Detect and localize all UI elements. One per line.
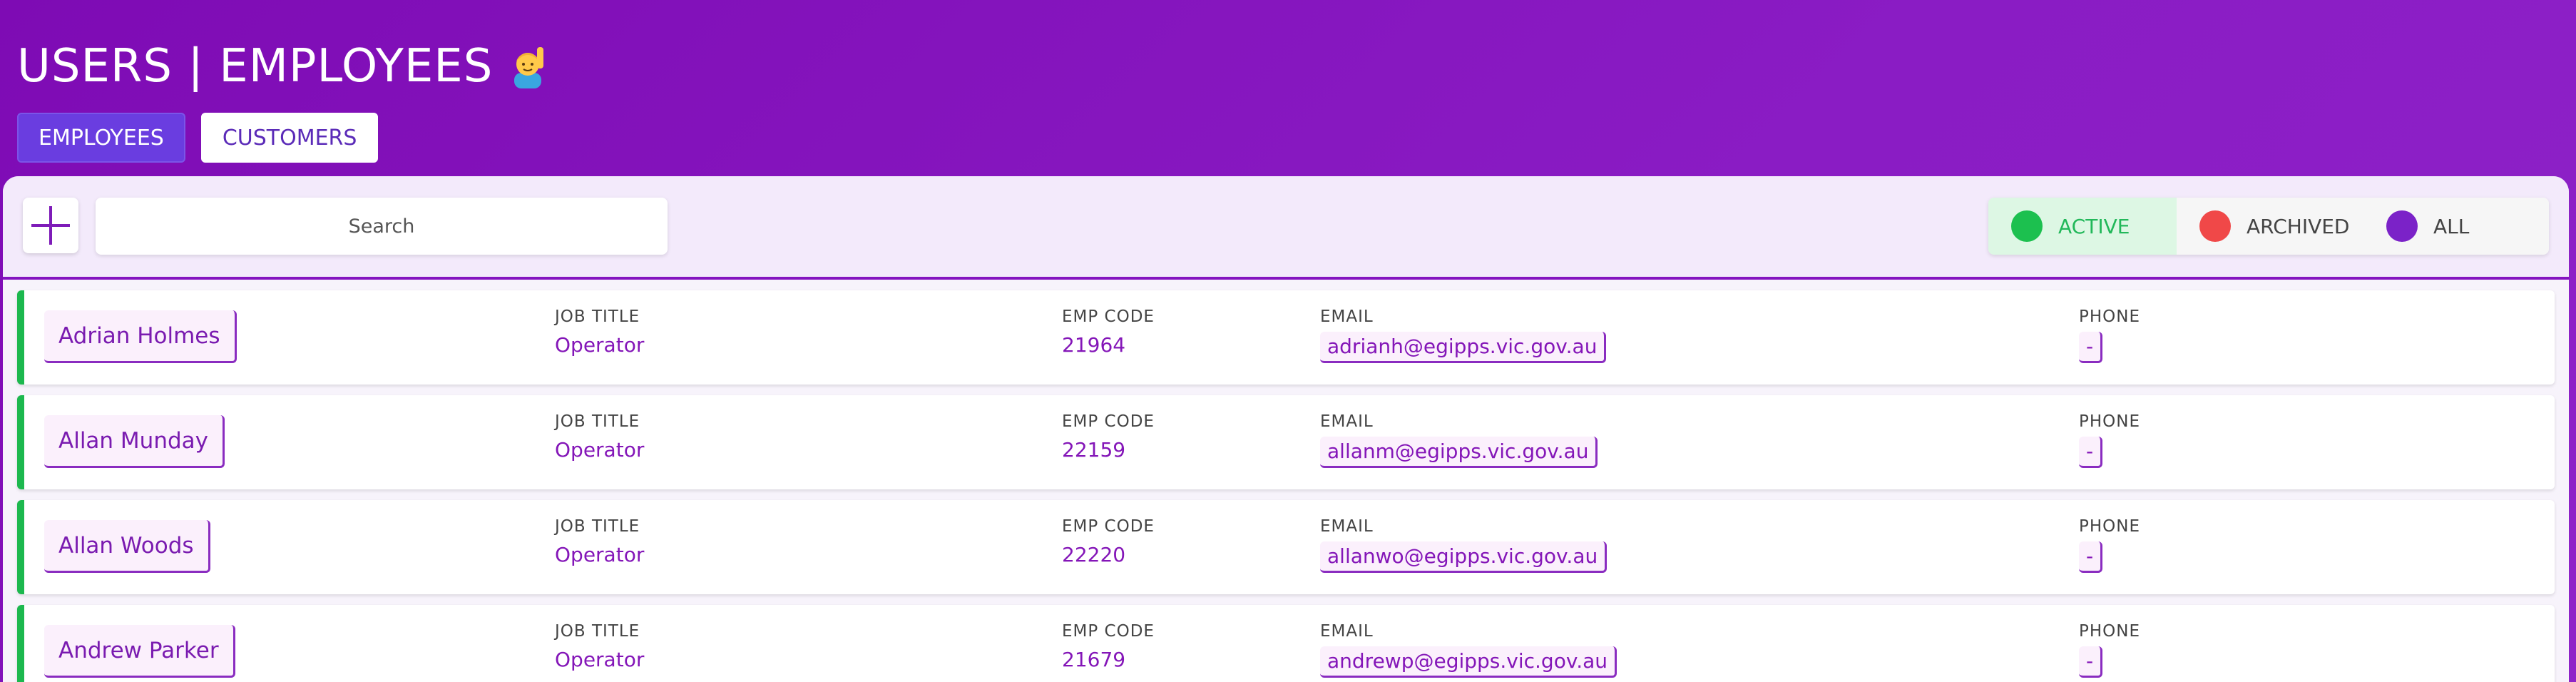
job-title-label: JOB TITLE	[555, 622, 640, 641]
emp-code-value: 22159	[1062, 438, 1126, 462]
phone-field: PHONE -	[2079, 412, 2140, 468]
job-title-value: Operator	[555, 438, 645, 462]
email-label: EMAIL	[1320, 412, 1374, 431]
employee-name-button[interactable]: Andrew Parker	[44, 625, 235, 678]
phone-link[interactable]: -	[2079, 332, 2103, 363]
phone-link[interactable]: -	[2079, 437, 2103, 468]
tab-employees[interactable]: EMPLOYEES	[17, 113, 185, 163]
active-dot-icon	[2011, 210, 2043, 242]
employee-row: Adrian Holmes JOB TITLE Operator EMP COD…	[17, 290, 2555, 385]
filter-all-label: ALL	[2433, 214, 2470, 238]
emp-code-field: EMP CODE 21964	[1062, 307, 1155, 357]
filter-active-button[interactable]: ACTIVE	[1988, 198, 2177, 255]
all-dot-icon	[2386, 210, 2418, 242]
employee-name-button[interactable]: Adrian Holmes	[44, 310, 237, 363]
job-title-field: JOB TITLE Operator	[555, 622, 644, 671]
phone-label: PHONE	[2079, 412, 2141, 431]
phone-label: PHONE	[2079, 517, 2141, 536]
phone-link[interactable]: -	[2079, 646, 2103, 678]
emp-code-field: EMP CODE 22159	[1062, 412, 1155, 462]
emp-code-value: 22220	[1062, 543, 1126, 566]
email-link[interactable]: andrewp@egipps.vic.gov.au	[1320, 646, 1617, 678]
toolbar: Search ACTIVE ARCHIVED ALL	[3, 176, 2569, 280]
tab-bar: EMPLOYEES CUSTOMERS	[17, 113, 379, 163]
job-title-field: JOB TITLE Operator	[555, 517, 644, 566]
phone-field: PHONE -	[2079, 622, 2140, 678]
main-panel: Search ACTIVE ARCHIVED ALL Adrian Holmes…	[3, 176, 2569, 682]
emp-code-value: 21679	[1062, 648, 1126, 671]
page-title: USERS | EMPLOYEES	[17, 40, 550, 93]
person-raising-hand-icon	[506, 44, 550, 88]
filter-active-label: ACTIVE	[2058, 214, 2130, 238]
email-link[interactable]: allanwo@egipps.vic.gov.au	[1320, 541, 1608, 573]
job-title-label: JOB TITLE	[555, 517, 640, 536]
employee-row: Allan Woods JOB TITLE Operator EMP CODE …	[17, 500, 2555, 594]
employee-row: Andrew Parker JOB TITLE Operator EMP COD…	[17, 605, 2555, 682]
job-title-value: Operator	[555, 333, 645, 357]
job-title-label: JOB TITLE	[555, 412, 640, 431]
job-title-field: JOB TITLE Operator	[555, 412, 644, 462]
phone-link[interactable]: -	[2079, 541, 2103, 573]
tab-customers[interactable]: CUSTOMERS	[200, 113, 379, 163]
email-link[interactable]: allanm@egipps.vic.gov.au	[1320, 437, 1598, 468]
search-input[interactable]: Search	[96, 198, 668, 255]
phone-label: PHONE	[2079, 307, 2141, 326]
emp-code-field: EMP CODE 22220	[1062, 517, 1155, 566]
status-filter-group: ACTIVE ARCHIVED ALL	[1988, 198, 2549, 255]
emp-code-field: EMP CODE 21679	[1062, 622, 1155, 671]
employee-name-button[interactable]: Allan Munday	[44, 415, 225, 468]
add-employee-button[interactable]	[23, 198, 78, 253]
filter-archived-label: ARCHIVED	[2247, 214, 2350, 238]
search-placeholder: Search	[348, 215, 415, 238]
employee-list: Adrian Holmes JOB TITLE Operator EMP COD…	[17, 290, 2555, 682]
filter-all-button[interactable]: ALL	[2363, 198, 2549, 255]
job-title-value: Operator	[555, 543, 645, 566]
emp-code-value: 21964	[1062, 333, 1126, 357]
email-label: EMAIL	[1320, 517, 1374, 536]
email-label: EMAIL	[1320, 307, 1374, 326]
email-field: EMAIL allanwo@egipps.vic.gov.au	[1320, 517, 1608, 573]
filter-archived-button[interactable]: ARCHIVED	[2177, 198, 2363, 255]
plus-icon	[31, 206, 70, 245]
email-field: EMAIL allanm@egipps.vic.gov.au	[1320, 412, 1598, 468]
archived-dot-icon	[2199, 210, 2231, 242]
job-title-label: JOB TITLE	[555, 307, 640, 326]
phone-field: PHONE -	[2079, 307, 2140, 363]
emp-code-label: EMP CODE	[1062, 412, 1155, 431]
email-field: EMAIL andrewp@egipps.vic.gov.au	[1320, 622, 1617, 678]
emp-code-label: EMP CODE	[1062, 517, 1155, 536]
emp-code-label: EMP CODE	[1062, 622, 1155, 641]
job-title-value: Operator	[555, 648, 645, 671]
emp-code-label: EMP CODE	[1062, 307, 1155, 326]
page-title-text: USERS | EMPLOYEES	[17, 40, 494, 93]
email-link[interactable]: adrianh@egipps.vic.gov.au	[1320, 332, 1607, 363]
phone-field: PHONE -	[2079, 517, 2140, 573]
job-title-field: JOB TITLE Operator	[555, 307, 644, 357]
email-label: EMAIL	[1320, 622, 1374, 641]
employee-name-button[interactable]: Allan Woods	[44, 520, 210, 573]
email-field: EMAIL adrianh@egipps.vic.gov.au	[1320, 307, 1607, 363]
employee-row: Allan Munday JOB TITLE Operator EMP CODE…	[17, 395, 2555, 489]
phone-label: PHONE	[2079, 622, 2141, 641]
